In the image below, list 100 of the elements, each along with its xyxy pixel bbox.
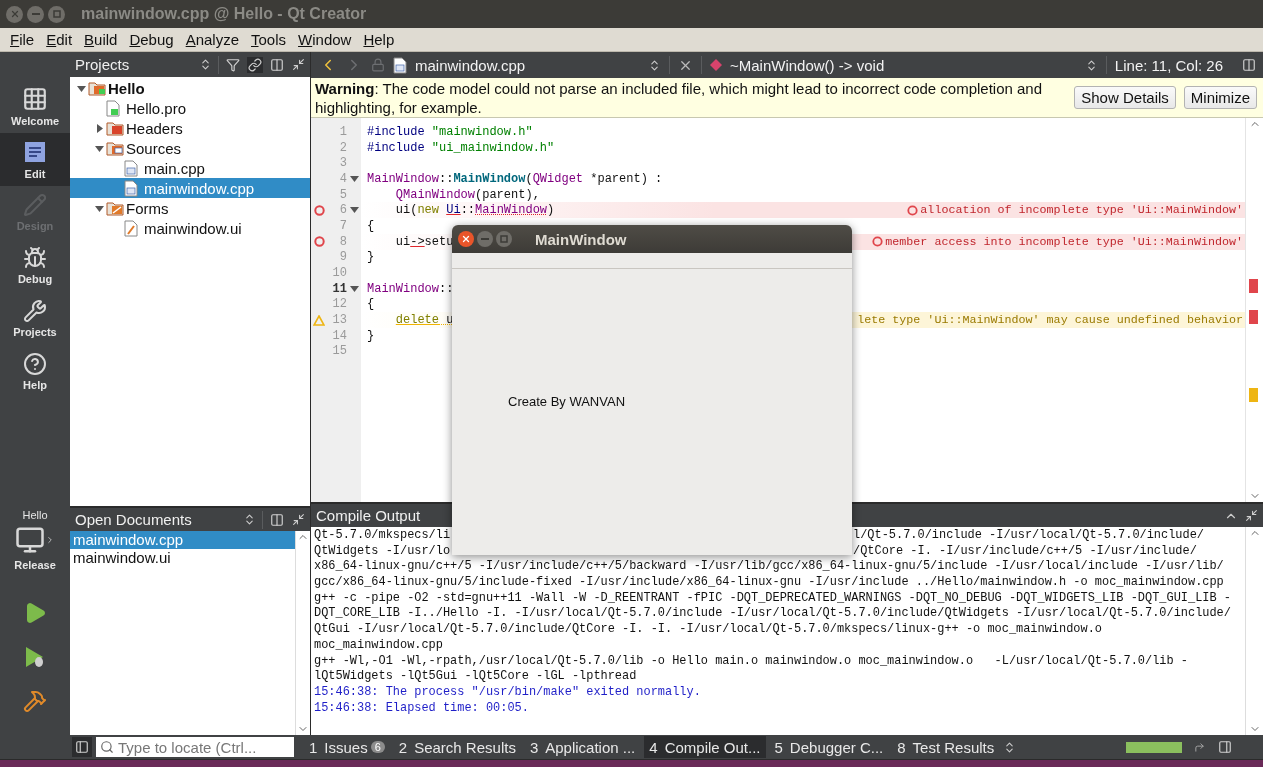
fold-arrow-icon[interactable] (349, 285, 359, 292)
collapse-arrow-icon[interactable] (94, 203, 104, 213)
folder-icon (106, 200, 124, 216)
mode-button[interactable]: Edit (0, 133, 70, 186)
code-line: delete u (394, 313, 454, 328)
wrench-icon (23, 299, 47, 323)
menu-item[interactable]: Tools (245, 31, 293, 48)
output-line: g++ -c -pipe -O2 -std=gnu++11 -Wall -W -D_REENTRANT -fPIC -DQT_DEPRECATED_WARNINGS -DQT_NO_DEBUG -DQT_WIDGETS_LIB -DQT_GUI_LIB - (314, 590, 1231, 607)
output-pane-tab[interactable]: 1 Issues 6 (304, 736, 390, 758)
line-number: 13 (331, 313, 347, 328)
document-item[interactable]: mainwindow.ui (70, 549, 295, 567)
output-line: x86_64-linux-gnu/c++/5 -I/usr/include/c++/5/backward -I/usr/lib/gcc/x86_64-linux-gnu/5/include -I/usr/local/include -I/usr/lib/ (314, 559, 1224, 576)
cursor-position: Line: 11, Col: 26 (1114, 56, 1223, 74)
tree-item[interactable]: main.cpp (70, 158, 310, 178)
line-number: 15 (331, 344, 347, 359)
tree-item[interactable]: Sources (70, 138, 310, 158)
output-pane-tab[interactable]: 8 Test Results (892, 736, 1000, 758)
file-icon (124, 179, 138, 197)
menu-item[interactable]: File (4, 31, 41, 48)
output-line: QtWidgets -I/usr/lo (314, 543, 451, 558)
symbol-name[interactable]: ~MainWindow() -> void (730, 56, 885, 74)
menu-item[interactable]: Help (357, 31, 401, 48)
code-line: MainWindow::MainWindow(QWidget *parent) : (367, 171, 663, 186)
filter-button[interactable] (225, 56, 241, 73)
arrow-icon[interactable] (1194, 741, 1205, 753)
line-number: 11 (331, 281, 347, 296)
line-number: 8 (338, 234, 347, 249)
tree-item[interactable]: Hello.pro (70, 98, 310, 118)
output-pane-tab[interactable]: 5 Debugger C... (769, 736, 889, 758)
maximize-icon (52, 10, 61, 18)
warning-message: Warning: The code model could not parse an included file, which might lead to incorrect code completion and highlighting, for example. (315, 78, 1044, 117)
line-number: 12 (331, 297, 347, 312)
menu-item[interactable]: Window (292, 31, 358, 48)
chevrons-icon[interactable] (243, 513, 256, 526)
folder-icon (106, 140, 124, 156)
diagnostic-message: allocation of incomplete type 'Ui::MainWindow' (920, 203, 1243, 218)
line-number: 7 (338, 218, 347, 233)
tree-item[interactable]: mainwindow.ui (70, 218, 310, 238)
chevrons-icon[interactable] (648, 58, 661, 72)
output-line: lQt5Widgets -lQt5Gui -lQt5Core -lGL -lpthread (314, 669, 637, 685)
diamond-icon (710, 59, 722, 71)
split-button[interactable] (269, 56, 285, 73)
warning-bar-button[interactable]: Minimize (1183, 86, 1257, 109)
error-icon (313, 204, 325, 216)
warning-bar-button[interactable]: Show Details (1074, 86, 1176, 109)
fold-arrow-icon[interactable] (349, 175, 359, 182)
close-pane-button[interactable] (291, 57, 306, 72)
code-line: ui(new Ui::MainWindow) (394, 203, 555, 218)
tree-item[interactable]: mainwindow.cpp (70, 178, 310, 198)
code-line: #include "ui_mainwindow.h" (367, 140, 555, 155)
link-button[interactable] (247, 56, 263, 73)
output-line: QtGui -I/usr/local/Qt-5.7.0/include/QtCore -I. -I. -I/usr/local/Qt-5.7.0/mkspecs/linux-g++ -o moc_mainwindow.o (314, 622, 1102, 638)
fold-arrow-icon[interactable] (349, 207, 359, 214)
line-number: 3 (338, 156, 347, 171)
progress-bar (1126, 741, 1182, 753)
mode-button[interactable]: Debug (0, 239, 70, 292)
tree-item[interactable]: Headers (70, 118, 310, 138)
menu-item[interactable]: Debug (123, 31, 180, 48)
output-line: Qt-5.7.0/mkspecs/li (314, 528, 451, 542)
collapse-arrow-icon[interactable] (94, 143, 104, 153)
tree-item[interactable]: Hello (70, 78, 310, 98)
chevrons-icon[interactable] (199, 58, 212, 71)
document-item[interactable]: mainwindow.cpp (70, 531, 295, 549)
code-line: ui->setu (394, 234, 454, 249)
minimize-icon (31, 13, 40, 15)
mode-button[interactable]: Welcome (0, 80, 70, 133)
close-pane-button[interactable] (291, 512, 306, 527)
expand-arrow-icon[interactable] (94, 123, 104, 133)
mode-button[interactable]: Help (0, 345, 70, 398)
close-button[interactable] (458, 231, 474, 247)
line-number: 10 (331, 266, 347, 281)
monitor-icon[interactable] (15, 525, 45, 555)
pencil-icon (23, 193, 47, 217)
output-line: /QtCore -I. -I/usr/include/c++/5 -I/usr/include/ (853, 543, 1197, 560)
code-line: MainWindow:: (367, 281, 454, 296)
split-button[interactable] (1241, 57, 1257, 73)
locator-field[interactable]: Type to locate (Ctrl... (96, 737, 294, 757)
split-button[interactable] (269, 511, 285, 528)
file-icon (393, 56, 407, 74)
dialog-label: Create By WANVAN (508, 394, 626, 409)
tree-item[interactable]: Forms (70, 198, 310, 218)
output-line: l/Qt-5.7.0/include -I/usr/local/Qt-5.7.0/include/ (853, 528, 1205, 544)
pane-title: Compile Output (316, 507, 422, 524)
diagnostic-message: member access into incomplete type 'Ui::MainWindow' (885, 234, 1243, 249)
code-line: #include "mainwindow.h" (367, 124, 533, 139)
menu-item[interactable]: Edit (40, 31, 79, 48)
toggle-sidebar-button[interactable] (72, 737, 92, 757)
menu-item[interactable]: Analyze (179, 31, 245, 48)
file-name[interactable]: mainwindow.cpp (415, 56, 640, 74)
menu-item[interactable]: Build (78, 31, 124, 48)
close-pane-button[interactable] (1244, 508, 1259, 523)
toggle-right-sidebar-button[interactable] (1217, 739, 1233, 755)
collapse-arrow-icon[interactable] (76, 83, 86, 93)
mode-button[interactable]: Projects (0, 292, 70, 345)
output-pane-tab[interactable]: 4 Compile Out... (644, 736, 766, 758)
maximize-icon (500, 235, 508, 243)
output-pane-tab[interactable]: 2 Search Results (393, 736, 521, 758)
line-number: 2 (338, 140, 347, 155)
line-number: 5 (338, 187, 347, 202)
output-pane-tab[interactable]: 3 Application ... (524, 736, 641, 758)
